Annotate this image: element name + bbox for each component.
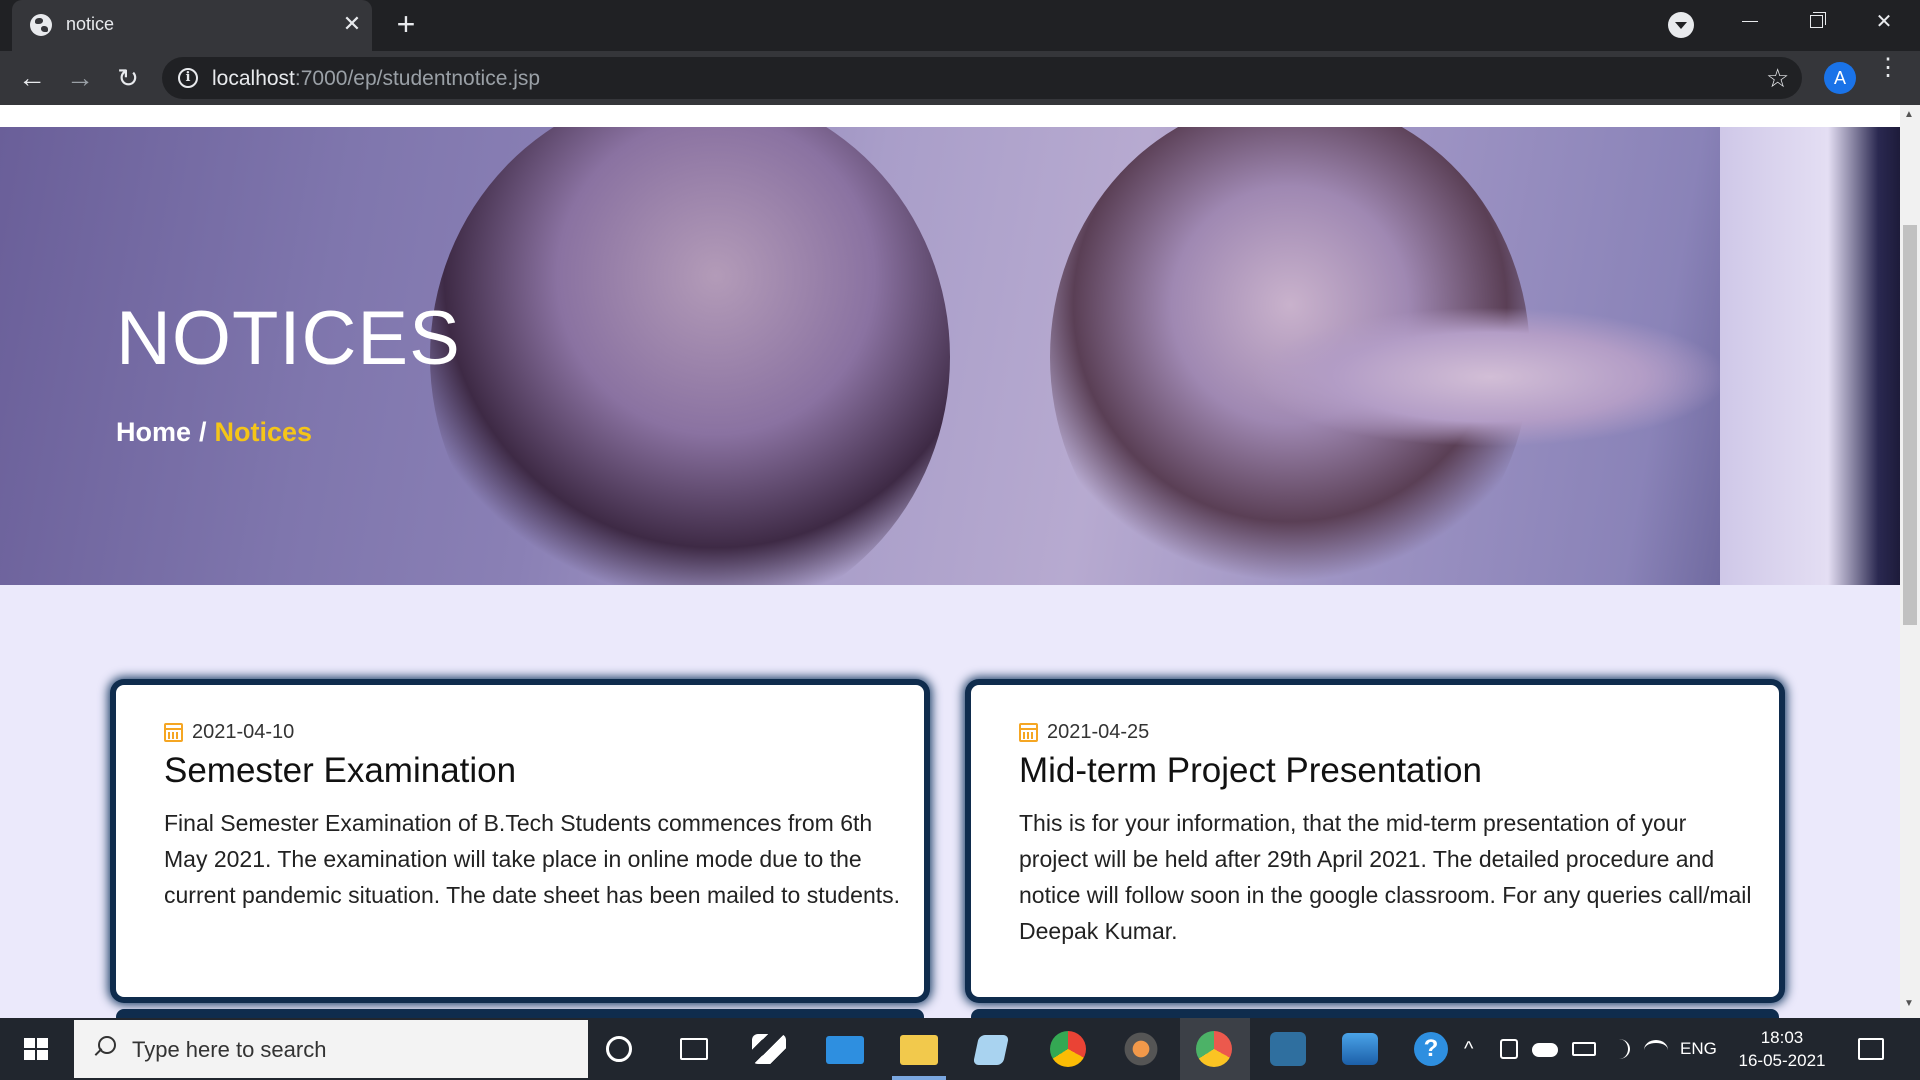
notice-card-partial	[971, 1009, 1779, 1018]
breadcrumb-current: Notices	[214, 417, 313, 447]
breadcrumb-home-link[interactable]: Home	[116, 417, 191, 447]
notice-title: Semester Examination	[164, 751, 517, 790]
chrome-icon[interactable]	[1050, 1031, 1086, 1067]
taskbar-search-placeholder: Type here to search	[132, 1037, 327, 1062]
site-info-icon[interactable]: i	[178, 68, 198, 88]
battery-icon[interactable]	[1572, 1042, 1596, 1056]
hero-banner: NOTICES Home / Notices	[0, 127, 1900, 585]
settings-gear-icon[interactable]	[1122, 1030, 1160, 1068]
volume-icon[interactable]	[1608, 1039, 1630, 1059]
page-viewport: NOTICES Home / Notices 2021-04-10 Semester…	[0, 105, 1900, 1018]
tray-overflow-chevron[interactable]: ^	[1464, 1018, 1473, 1080]
globe-icon	[30, 14, 52, 36]
hero-photo-figure	[430, 127, 950, 585]
restore-button[interactable]	[1786, 0, 1846, 44]
mail-icon[interactable]	[826, 1036, 864, 1064]
photos-icon[interactable]	[1342, 1033, 1378, 1065]
notepad-icon[interactable]	[972, 1035, 1010, 1065]
browser-menu-icon[interactable]: ⋮	[1876, 56, 1900, 93]
notice-date-text: 2021-04-25	[1047, 721, 1150, 743]
chrome-active-indicator	[1180, 1018, 1250, 1080]
scroll-thumb[interactable]	[1903, 225, 1917, 625]
hero-photo-arm	[1250, 307, 1730, 447]
profile-avatar[interactable]: A	[1824, 62, 1856, 94]
new-tab-button[interactable]: +	[390, 8, 422, 40]
task-view-icon[interactable]	[680, 1038, 708, 1060]
url-path: :7000/ep/studentnotice.jsp	[294, 67, 541, 90]
page-scrollbar[interactable]: ▲ ▼	[1900, 105, 1920, 1018]
notice-date-text: 2021-04-10	[192, 721, 295, 743]
tab-close-icon[interactable]: ✕	[338, 10, 366, 38]
cortana-icon[interactable]	[606, 1036, 632, 1062]
notice-title: Mid-term Project Presentation	[1019, 751, 1482, 790]
back-button[interactable]: ←	[16, 63, 48, 95]
file-explorer-icon[interactable]	[900, 1035, 938, 1065]
calendar-icon	[164, 723, 183, 742]
minimize-icon	[1742, 21, 1758, 22]
scroll-down-icon[interactable]: ▼	[1904, 998, 1914, 1009]
taskbar-search-box[interactable]: Type here to search	[74, 1020, 588, 1078]
bookmark-star-icon[interactable]: ☆	[1766, 63, 1789, 94]
wifi-icon[interactable]	[1644, 1040, 1668, 1060]
page-title: NOTICES	[116, 296, 461, 381]
browser-toolbar: ← → ↻ i localhost:7000/ep/studentnotice.…	[0, 51, 1920, 105]
clock-date: 16-05-2021	[1738, 1051, 1826, 1070]
url-text[interactable]: localhost:7000/ep/studentnotice.jsp	[212, 67, 540, 91]
notice-card: 2021-04-10 Semester Examination Final Se…	[116, 685, 924, 997]
url-host: localhost	[212, 67, 295, 90]
start-button[interactable]	[0, 1018, 72, 1080]
notice-date: 2021-04-25	[1019, 721, 1149, 744]
tab-search-icon[interactable]	[1668, 12, 1694, 38]
onedrive-cloud-icon[interactable]	[1532, 1043, 1558, 1057]
tab-title: notice	[66, 14, 115, 34]
mysql-workbench-icon[interactable]	[1270, 1032, 1306, 1066]
browser-tab[interactable]: notice ✕	[12, 0, 372, 51]
restore-icon	[1810, 15, 1823, 28]
site-header-strip	[0, 105, 1900, 127]
search-icon	[92, 1036, 116, 1060]
address-bar[interactable]: i localhost:7000/ep/studentnotice.jsp ☆	[162, 57, 1802, 99]
minimize-button[interactable]	[1720, 0, 1780, 44]
taskbar-clock[interactable]: 18:03 16-05-2021	[1732, 1026, 1832, 1072]
notification-center-icon[interactable]	[1858, 1038, 1884, 1060]
tab-strip: notice ✕ + ✕	[0, 0, 1920, 51]
notice-date: 2021-04-10	[164, 721, 294, 744]
dropbox-icon[interactable]	[752, 1034, 786, 1064]
help-icon[interactable]: ?	[1414, 1032, 1448, 1066]
input-language[interactable]: ENG	[1680, 1018, 1717, 1080]
windows-taskbar: Type here to search ? ^ ENG 18:03 16-05-…	[0, 1018, 1920, 1080]
notice-card-partial	[116, 1009, 924, 1018]
hero-photo-board	[1720, 127, 1900, 585]
reload-button[interactable]: ↻	[112, 63, 144, 95]
windows-logo-icon	[24, 1038, 48, 1060]
notice-card: 2021-04-25 Mid-term Project Presentation…	[971, 685, 1779, 997]
notice-body: Final Semester Examination of B.Tech Stu…	[164, 810, 901, 908]
meet-now-icon[interactable]	[1500, 1039, 1518, 1059]
file-explorer-indicator	[892, 1076, 946, 1080]
close-window-button[interactable]: ✕	[1854, 0, 1914, 44]
scroll-up-icon[interactable]: ▲	[1904, 109, 1914, 120]
clock-time: 18:03	[1760, 1028, 1804, 1047]
calendar-icon	[1019, 723, 1038, 742]
breadcrumb-separator: /	[199, 417, 207, 447]
forward-button[interactable]: →	[64, 63, 96, 95]
breadcrumb: Home / Notices	[116, 417, 312, 448]
notice-body: This is for your information, that the m…	[1019, 810, 1752, 944]
